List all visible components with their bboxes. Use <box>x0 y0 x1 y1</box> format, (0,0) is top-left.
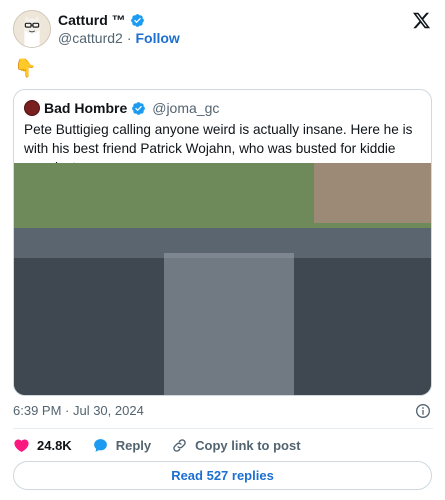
heart-icon <box>13 437 30 454</box>
reply-bubble-icon <box>92 437 109 454</box>
reply-button[interactable]: Reply <box>92 437 151 454</box>
copy-link-button[interactable]: Copy link to post <box>171 437 301 454</box>
author-handle[interactable]: @catturd2 <box>58 30 123 46</box>
quoted-author-display-name: Bad Hombre <box>44 100 128 116</box>
author-display-name[interactable]: Catturd ™ <box>58 12 126 28</box>
quoted-tweet[interactable]: Bad Hombre @joma_gc Pete Buttigieg calli… <box>13 89 432 396</box>
tweet-timestamp[interactable]: 6:39 PM · Jul 30, 2024 <box>13 403 144 418</box>
quoted-author-avatar <box>24 100 40 116</box>
like-button[interactable]: 24.8K <box>13 437 72 454</box>
reply-label: Reply <box>115 437 152 453</box>
quoted-tweet-photo[interactable] <box>14 163 431 395</box>
tweet-text: 👇 <box>14 58 37 78</box>
quoted-author-handle: @joma_gc <box>152 100 220 116</box>
separator-dot: · <box>126 30 132 46</box>
copy-link-label: Copy link to post <box>195 437 301 453</box>
divider <box>13 428 433 429</box>
read-replies-button[interactable]: Read 527 replies <box>13 461 432 490</box>
verified-badge-icon <box>130 13 145 28</box>
like-count: 24.8K <box>37 437 72 453</box>
x-logo-icon[interactable] <box>412 11 431 30</box>
follow-button[interactable]: Follow <box>135 30 179 46</box>
author-avatar[interactable] <box>13 10 51 48</box>
info-icon[interactable] <box>415 403 431 419</box>
link-icon <box>171 437 188 454</box>
verified-badge-icon <box>131 101 146 116</box>
action-bar: 24.8K Reply Copy link to post <box>13 436 321 454</box>
tweet-header: Catturd ™ @catturd2 · Follow <box>13 10 433 50</box>
